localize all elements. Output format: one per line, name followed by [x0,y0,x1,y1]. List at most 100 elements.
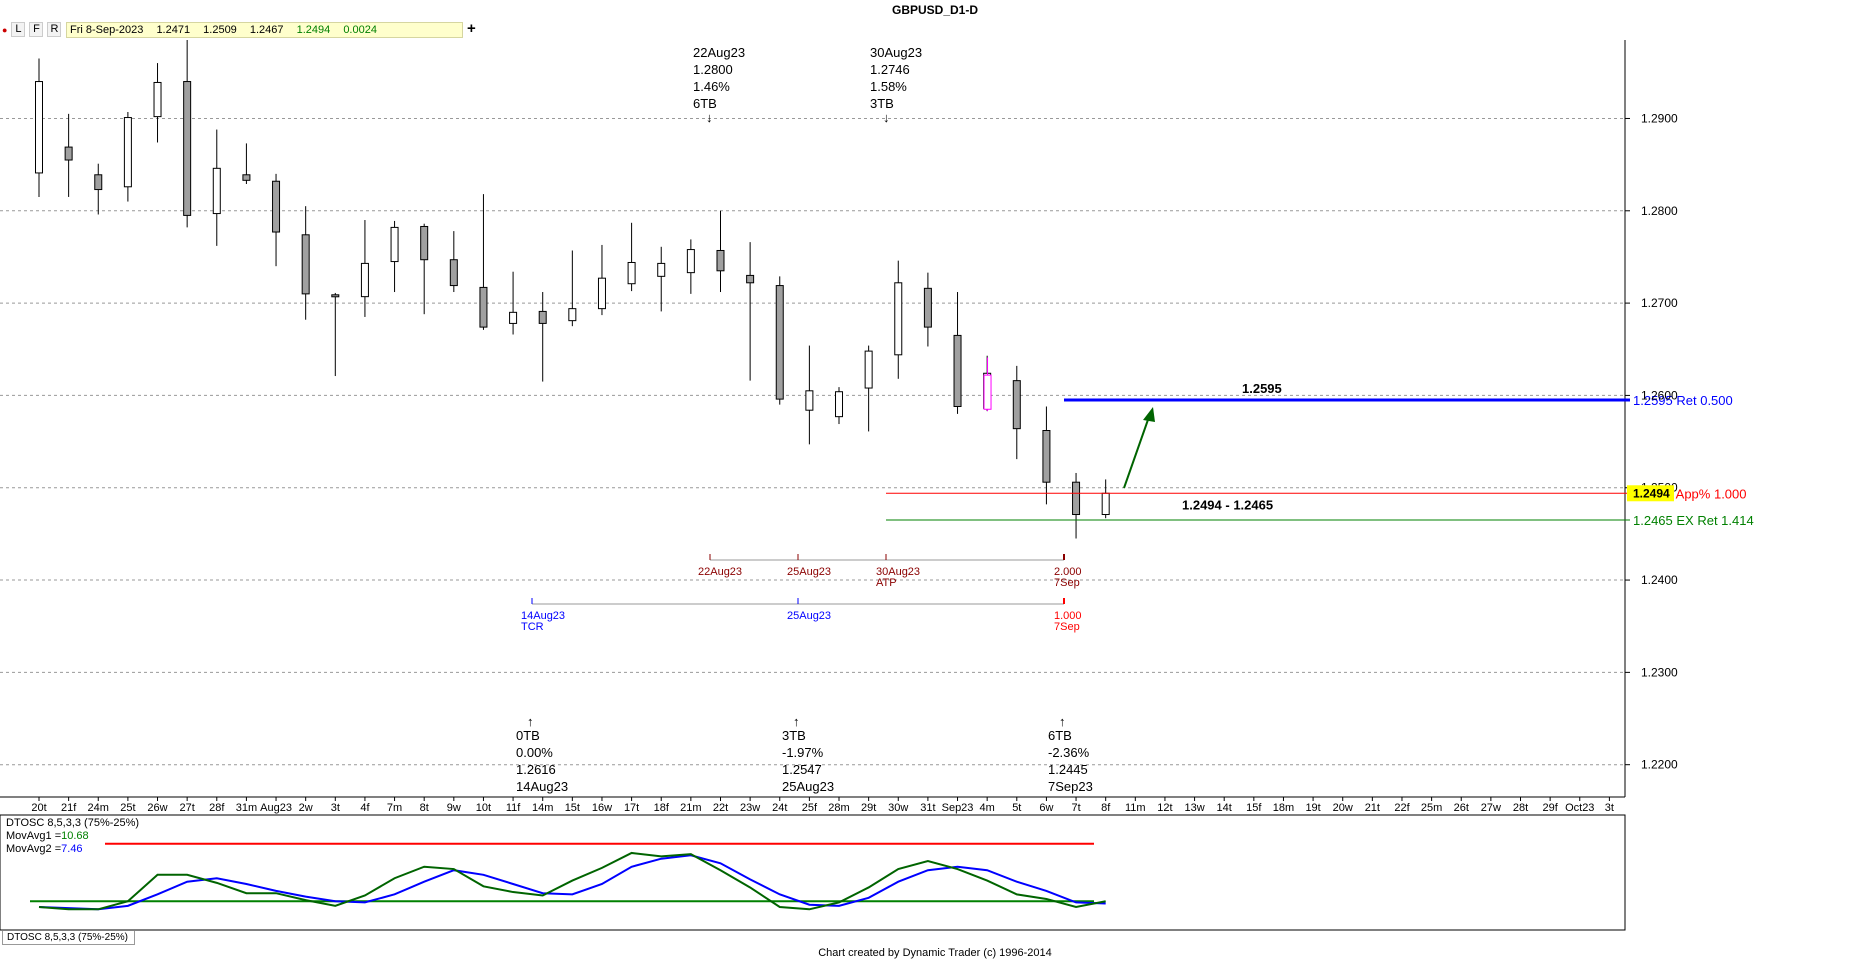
date-tick-label: 4f [360,802,370,814]
candle-body [153,81,162,118]
date-tick-label: 20w [1333,802,1353,814]
bottom-ann-3-line-1: 6TB [1048,728,1072,743]
date-tick-label: 20t [31,802,46,814]
candle-body [597,277,606,310]
bottom-ann-2-line-2: -1.97% [782,745,824,760]
candle-body [212,167,221,215]
oscillator-legend: DTOSC 8,5,3,3 (75%-25%) MovAvg1 =10.68 M… [6,817,139,856]
candle-body [716,249,725,272]
date-tick-label: 22t [713,802,728,814]
candle-body [449,259,458,287]
date-tick-label: 13w [1184,802,1204,814]
date-tick-label: 5t [1012,802,1021,814]
candles [35,40,1110,539]
candle-body [864,350,873,389]
date-tick-label: 12t [1157,802,1172,814]
arrow-down-icon: ↓ [706,110,713,125]
date-tick-label: 28f [209,802,225,814]
footer-credit: Chart created by Dynamic Trader (c) 1996… [818,947,1052,959]
ma1-value: 10.68 [61,830,89,842]
date-tick-label: 21t [1365,802,1380,814]
date-tick-label: 29f [1542,802,1558,814]
top-ann-2-line-4: 3TB [870,96,894,111]
date-tick-label: 22f [1394,802,1410,814]
candle-body [35,81,43,174]
arrow-up-icon: ↑ [1059,714,1066,729]
date-tick-label: 31t [920,802,935,814]
date-tick-label: 27w [1481,802,1501,814]
ma1-label: MovAvg1 = [6,830,62,842]
date-tick-label: 7m [387,802,402,814]
top-ann-1-line-3: 1.46% [693,79,730,94]
date-tick-label: 14m [532,802,553,814]
arrow-up-icon: ↑ [527,714,534,729]
candle-body [686,249,695,274]
candle-body [64,146,73,161]
price-chart[interactable]: 1.2595 Ret 0.5001.2494 App% 1.0001.2465 … [0,0,1870,961]
projection-arrow [1123,413,1151,489]
proj-end-7sep-2: 7Sep [1054,621,1080,633]
bottom-ann-3-line-2: -2.36% [1048,745,1090,760]
candle-body [301,234,310,295]
date-tick-label: 25f [802,802,818,814]
top-ann-2-line-3: 1.58% [870,79,907,94]
arrow-head-icon [1143,407,1155,422]
candle-body [420,225,429,261]
ma2-legend: MovAvg2 =7.46 [6,843,139,856]
candle-body [272,180,281,233]
grid-lines [0,117,1625,766]
top-annotation-22aug: 22Aug23 1.2800 1.46% 6TB ↓ [693,44,746,125]
bottom-ann-2-line-1: 3TB [782,728,806,743]
date-tick-label: Aug23 [260,802,292,814]
oscillator-tab[interactable]: DTOSC 8,5,3,3 (75%-25%) [2,931,135,945]
bottom-ann-3-line-3: 1.2445 [1048,762,1088,777]
candle-body [775,285,784,400]
date-tick-label: 4m [980,802,995,814]
date-tick-label: 21f [61,802,77,814]
level-label-ex-1414: 1.2465 EX Ret 1.414 [1633,513,1754,528]
date-tick-label: 2w [299,802,313,814]
chart-frame [0,40,1626,931]
date-tick-label: 19t [1305,802,1320,814]
date-tick-label: 17t [624,802,639,814]
date-tick-label: 15f [1246,802,1262,814]
candle-body [953,334,962,407]
price-tick-label: 1.2800 [1641,204,1678,218]
proj-tcr: TCR [521,621,544,633]
price-tick-label: 1.2900 [1641,111,1678,125]
candle-body [805,390,814,411]
top-ann-2-line-2: 1.2746 [870,62,910,77]
price-tick-label: 1.2200 [1641,758,1678,772]
candle-body [242,174,251,181]
date-tick-label: 26w [147,802,167,814]
bottom-ann-1-line-4: 14Aug23 [516,779,569,794]
proj-date-22aug: 22Aug23 [698,566,742,578]
top-ann-1-line-1: 22Aug23 [693,45,746,60]
date-tick-label: 10t [476,802,491,814]
bottom-ann-1-line-3: 1.2616 [516,762,556,777]
candle-body [360,262,369,298]
candle-body [479,286,488,328]
price-tick-label: 1.2600 [1641,388,1678,402]
date-tick-label: 24t [772,802,787,814]
projected-candle-body [983,374,992,410]
date-tick-label: 26t [1454,802,1469,814]
top-ann-2-line-1: 30Aug23 [870,45,923,60]
candle-body [509,311,518,324]
date-tick-label: 31m [236,802,257,814]
candle-body [1072,481,1081,516]
time-projections: 22Aug23 25Aug23 30Aug23ATP2.0007Sep14Aug23… [521,554,1082,633]
date-tick-label: 18m [1273,802,1294,814]
date-tick-label: 9w [447,802,461,814]
oscillator-panel [30,842,1106,911]
ma2-label: MovAvg2 = [6,843,62,855]
date-tick-label: Sep23 [942,802,974,814]
oscillator-title: DTOSC 8,5,3,3 (75%-25%) [6,817,140,829]
date-tick-label: 7t [1071,802,1080,814]
arrow-up-icon: ↑ [793,714,800,729]
top-ann-1-line-4: 6TB [693,96,717,111]
date-tick-label: 25m [1421,802,1442,814]
proj-mid-25aug: 25Aug23 [787,610,831,622]
bottom-ann-1-line-2: 0.00% [516,745,553,760]
candle-body [94,174,103,191]
